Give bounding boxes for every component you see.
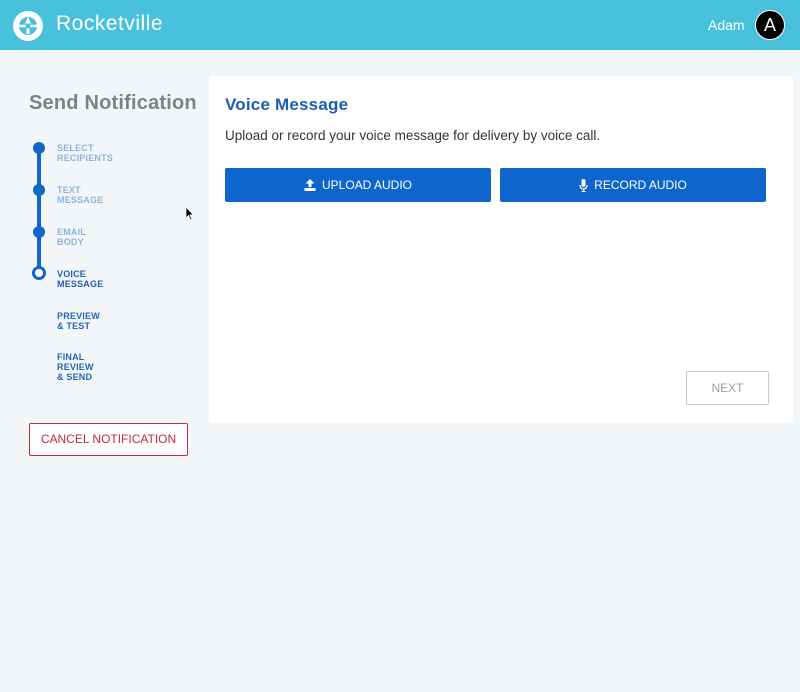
step-preview-test[interactable]: PREVIEW & TEST [57,311,100,331]
upload-icon [304,179,316,191]
stepper-progress-line [37,146,41,274]
step-select-recipients[interactable]: SELECT RECIPIENTS [57,143,113,163]
page-title: Send Notification [29,92,197,114]
step-dot-text-message [33,184,45,196]
upload-audio-label: UPLOAD AUDIO [321,178,413,192]
step-text-message[interactable]: TEXT MESSAGE [57,185,103,205]
avatar[interactable]: A [755,10,785,40]
record-audio-button[interactable]: RECORD AUDIO [500,168,766,202]
top-bar: Rocketville Adam A [0,0,800,50]
voice-message-card: Voice Message Upload or record your voic… [209,76,793,423]
step-voice-message[interactable]: VOICE MESSAGE [57,269,103,289]
cancel-notification-button[interactable]: CANCEL NOTIFICATION [29,423,188,456]
step-dot-voice-message [32,266,46,280]
microphone-icon [579,178,588,192]
card-title: Voice Message [225,95,349,114]
app-title: Rocketville [56,12,164,35]
record-audio-label: RECORD AUDIO [594,178,687,192]
mouse-cursor-icon [185,206,195,221]
card-description: Upload or record your voice message for … [225,128,601,143]
step-dot-email-body [33,226,45,238]
rocketville-logo-icon [13,11,43,41]
next-button[interactable]: NEXT [686,371,769,405]
step-email-body[interactable]: EMAIL BODY [57,227,86,247]
step-final-review-send[interactable]: FINAL REVIEW & SEND [57,352,94,382]
user-name[interactable]: Adam [708,17,745,33]
upload-audio-button[interactable]: UPLOAD AUDIO [225,168,491,202]
step-dot-select-recipients [33,142,45,154]
